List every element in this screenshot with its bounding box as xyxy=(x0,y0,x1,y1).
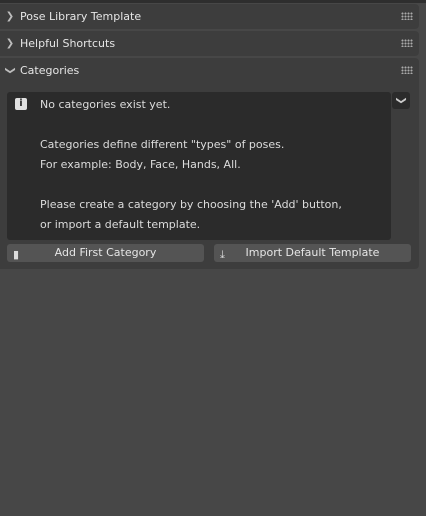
panel-title: Pose Library Template xyxy=(20,10,142,23)
info-text: Categories define different "types" of p… xyxy=(40,138,285,151)
panel-title: Helpful Shortcuts xyxy=(20,37,116,50)
chevron-down-icon: ❯ xyxy=(4,66,16,75)
download-icon: ⤓ xyxy=(220,248,225,261)
chevron-right-icon: ❯ xyxy=(5,11,15,22)
info-text: Please create a category by choosing the… xyxy=(40,198,342,211)
info-icon: i xyxy=(15,98,27,110)
info-box: i No categories exist yet. Categories de… xyxy=(7,92,391,240)
panel-title: Categories xyxy=(20,64,80,77)
bookmark-icon: ▮ xyxy=(13,248,20,261)
info-text: For example: Body, Face, Hands, All. xyxy=(40,158,241,171)
panel-header[interactable]: ❯ Categories xyxy=(0,58,419,83)
add-first-category-button[interactable]: ▮ Add First Category xyxy=(7,244,204,262)
panel-helpful-shortcuts: ❯ Helpful Shortcuts xyxy=(0,31,419,56)
panel-categories: ❯ Categories i No categories exist yet. … xyxy=(0,58,419,269)
chevron-down-icon: ❯ xyxy=(395,96,407,105)
import-default-template-button[interactable]: ⤓ Import Default Template xyxy=(214,244,411,262)
button-label: Import Default Template xyxy=(245,246,380,259)
info-text: or import a default template. xyxy=(40,218,201,231)
top-border xyxy=(0,0,426,3)
panel-header[interactable]: ❯ Pose Library Template xyxy=(0,4,419,29)
panel-header[interactable]: ❯ Helpful Shortcuts xyxy=(0,31,419,56)
button-label: Add First Category xyxy=(54,246,157,259)
drag-handle-icon[interactable] xyxy=(401,12,413,20)
drag-handle-icon[interactable] xyxy=(401,66,413,74)
collapse-info-button[interactable]: ❯ xyxy=(392,92,410,109)
panel-pose-library-template: ❯ Pose Library Template xyxy=(0,4,419,29)
info-text: No categories exist yet. xyxy=(40,98,171,111)
drag-handle-icon[interactable] xyxy=(401,39,413,47)
chevron-right-icon: ❯ xyxy=(5,38,15,49)
